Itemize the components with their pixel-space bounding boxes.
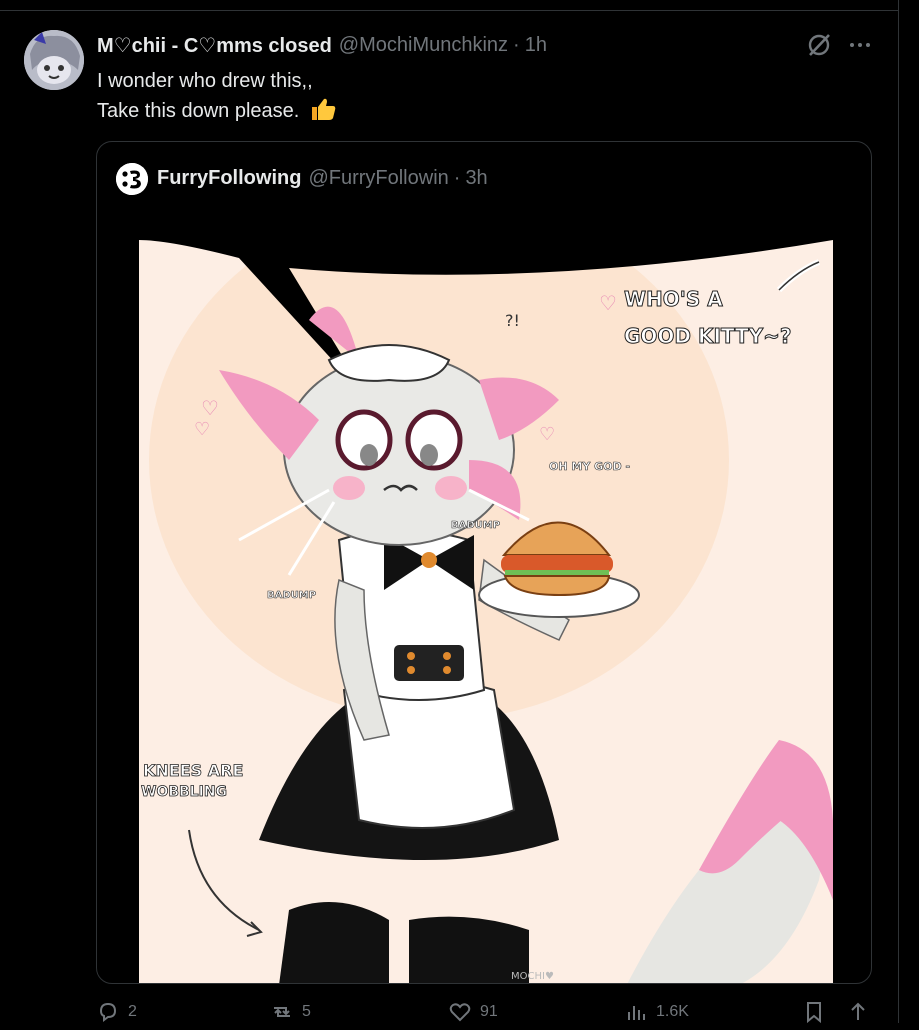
quote-timestamp[interactable]: 3h (465, 167, 487, 190)
share-button[interactable] (846, 1000, 878, 1024)
bookmark-icon (807, 1002, 821, 1024)
view-count: 1.6K (656, 1003, 689, 1020)
knees-text: KNEES ARE (143, 761, 243, 780)
heart-icon (449, 1003, 471, 1022)
tweet-line-2: Take this down please. (97, 96, 337, 126)
action-bar: 2 5 91 1.6K (96, 1000, 876, 1030)
tweet-line: I wonder who drew this,, (97, 70, 313, 92)
repost-button[interactable]: 5 (270, 1000, 311, 1024)
tweet-header: M♡chii - C♡mms closed @MochiMunchkinz · … (97, 33, 547, 58)
like-button[interactable]: 91 (448, 1000, 498, 1024)
quote-display-name[interactable]: FurryFollowing (157, 167, 301, 190)
divider (0, 10, 898, 11)
speech-text: WHO'S A (624, 287, 723, 311)
reply-icon (99, 1002, 117, 1022)
separator: · (453, 167, 461, 189)
signature-text: MOCHI♥ (511, 971, 554, 982)
reply-count: 2 (128, 1003, 137, 1020)
divider (898, 0, 899, 1023)
exclaim-text: ?! (505, 311, 520, 330)
repost-icon (274, 1007, 290, 1017)
quote-header: FurryFollowing @FurryFollowin · 3h (157, 167, 488, 190)
avatar[interactable] (24, 30, 84, 90)
repost-count: 5 (302, 1003, 311, 1020)
thumbs-up-icon (309, 97, 337, 121)
handle[interactable]: @MochiMunchkinz (339, 34, 508, 57)
oh-my-god-text: OH MY GOD - (549, 460, 630, 473)
svg-text:♡: ♡ (539, 424, 555, 445)
like-count: 91 (480, 1003, 498, 1020)
grok-icon[interactable] (806, 32, 832, 58)
quoted-image[interactable]: ♡ ♡ ♡ ♡ WHO'S A GOOD KITTY~? ?! OH MY GO… (139, 220, 833, 983)
speech-text: GOOD KITTY~? (624, 324, 792, 348)
display-name[interactable]: M♡chii - C♡mms closed (97, 33, 332, 58)
badump-text: BADUMP (267, 590, 316, 601)
svg-text:♡: ♡ (599, 291, 617, 315)
svg-text:♡: ♡ (201, 396, 219, 420)
quote-tweet[interactable]: FurryFollowing @FurryFollowin · 3h ♡ ♡ ♡… (96, 141, 872, 984)
separator: · (513, 34, 520, 56)
badump-text: BADUMP (451, 520, 500, 531)
views-icon (628, 1006, 645, 1020)
quote-avatar[interactable] (116, 163, 148, 195)
timestamp[interactable]: 1h (525, 34, 547, 57)
reply-button[interactable]: 2 (96, 1000, 137, 1024)
views-button[interactable]: 1.6K (624, 1000, 689, 1024)
bookmark-button[interactable] (802, 1000, 834, 1024)
svg-text:♡: ♡ (194, 419, 210, 440)
share-icon (851, 1002, 865, 1020)
tweet-text: I wonder who drew this,, Take this down … (97, 66, 337, 126)
more-options-icon[interactable] (848, 32, 872, 58)
tweet-line: Take this down please. (97, 100, 300, 122)
quote-handle[interactable]: @FurryFollowin (308, 167, 448, 190)
knees-text: WOBBLING (141, 784, 227, 800)
